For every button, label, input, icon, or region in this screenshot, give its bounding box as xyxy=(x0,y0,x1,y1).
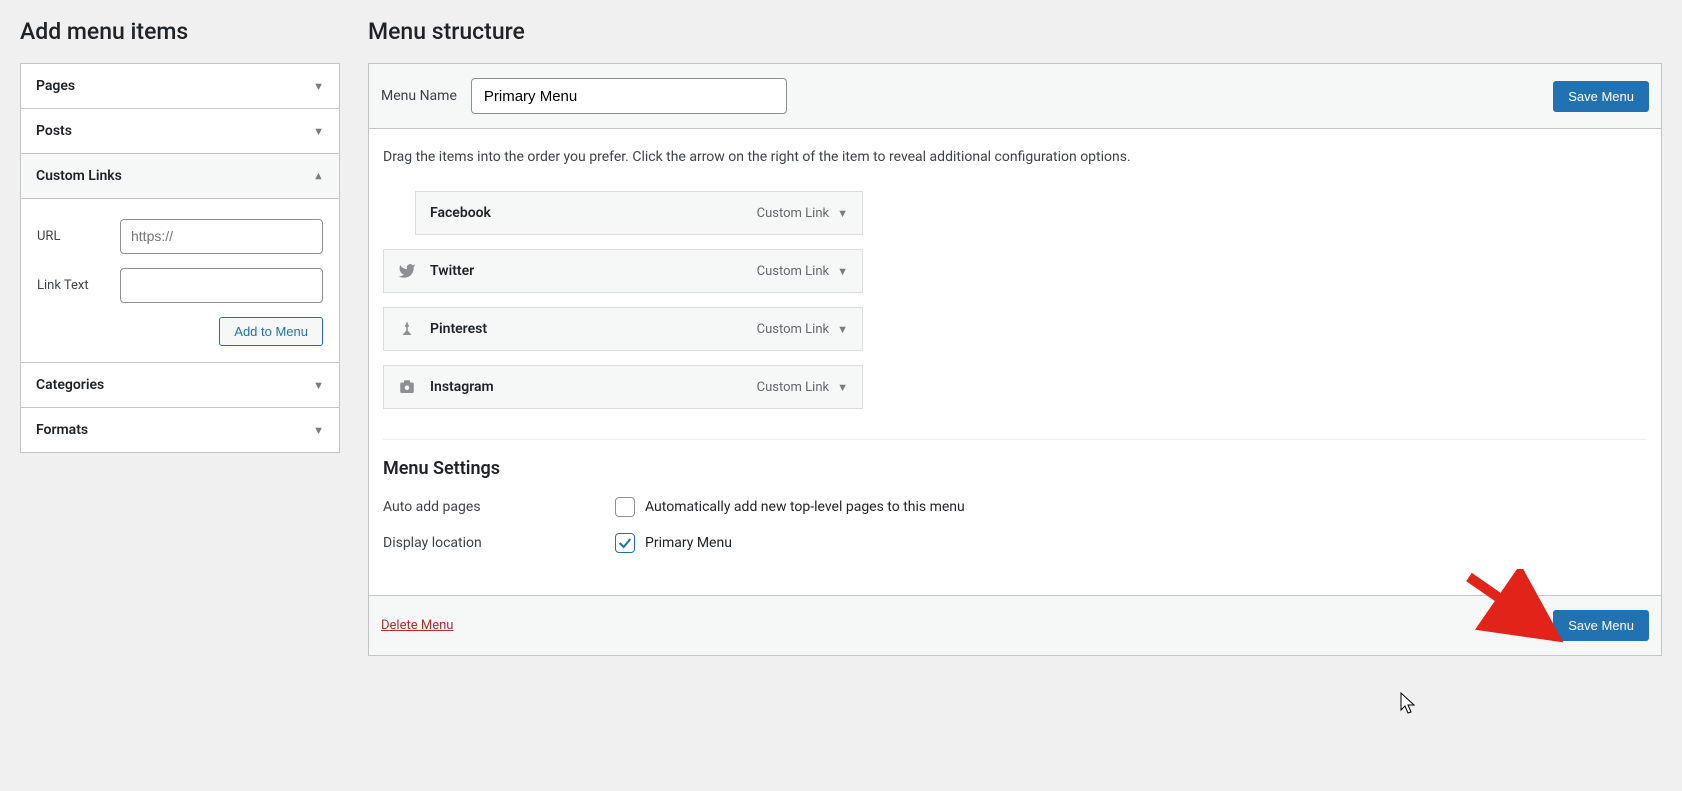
accordion-categories[interactable]: Categories ▼ xyxy=(21,363,339,407)
add-menu-items-heading: Add menu items xyxy=(20,18,340,45)
twitter-icon xyxy=(398,262,420,280)
menu-item-type: Custom Link xyxy=(757,264,829,279)
menu-item-type: Custom Link xyxy=(757,206,829,221)
menu-structure-heading: Menu structure xyxy=(368,18,1662,45)
accordion-posts[interactable]: Posts ▼ xyxy=(21,109,339,153)
delete-menu-link[interactable]: Delete Menu xyxy=(381,618,453,633)
pin-icon xyxy=(398,320,420,338)
display-location-label: Display location xyxy=(383,535,615,551)
mouse-cursor-icon xyxy=(1400,692,1418,716)
chevron-down-icon: ▼ xyxy=(837,265,848,278)
accordion-formats-label: Formats xyxy=(36,422,88,438)
chevron-down-icon: ▼ xyxy=(313,125,324,138)
accordion-formats[interactable]: Formats ▼ xyxy=(21,408,339,452)
menu-item-title: Instagram xyxy=(430,379,494,395)
add-menu-items-accordion: Pages ▼ Posts ▼ Custom Links ▼ xyxy=(20,63,340,453)
accordion-posts-label: Posts xyxy=(36,123,72,139)
chevron-down-icon: ▼ xyxy=(313,80,324,93)
camera-icon xyxy=(398,378,420,396)
menu-settings-heading: Menu Settings xyxy=(383,458,1647,479)
save-menu-button-top[interactable]: Save Menu xyxy=(1553,81,1649,112)
menu-item-instagram[interactable]: Instagram Custom Link ▼ xyxy=(383,365,863,409)
display-location-option: Primary Menu xyxy=(645,535,732,551)
auto-add-pages-label: Auto add pages xyxy=(383,499,615,515)
accordion-categories-label: Categories xyxy=(36,377,104,393)
display-location-checkbox[interactable] xyxy=(615,533,635,553)
link-text-label: Link Text xyxy=(37,278,120,293)
url-label: URL xyxy=(37,229,120,244)
menu-item-twitter[interactable]: Twitter Custom Link ▼ xyxy=(383,249,863,293)
chevron-down-icon: ▼ xyxy=(313,424,324,437)
instructions-text: Drag the items into the order you prefer… xyxy=(383,149,1647,165)
menu-item-title: Twitter xyxy=(430,263,474,279)
link-text-input[interactable] xyxy=(120,268,323,303)
accordion-pages-label: Pages xyxy=(36,78,75,94)
url-input[interactable] xyxy=(120,219,323,254)
menu-item-pinterest[interactable]: Pinterest Custom Link ▼ xyxy=(383,307,863,351)
chevron-down-icon: ▼ xyxy=(837,381,848,394)
auto-add-pages-option: Automatically add new top-level pages to… xyxy=(645,499,965,515)
add-to-menu-button[interactable]: Add to Menu xyxy=(219,317,323,346)
menu-name-input[interactable] xyxy=(471,78,787,114)
save-menu-button-bottom[interactable]: Save Menu xyxy=(1553,610,1649,641)
menu-item-title: Pinterest xyxy=(430,321,487,337)
accordion-pages[interactable]: Pages ▼ xyxy=(21,64,339,108)
menu-item-title: Facebook xyxy=(430,205,491,221)
chevron-down-icon: ▼ xyxy=(837,207,848,220)
chevron-down-icon: ▼ xyxy=(837,323,848,336)
menu-name-label: Menu Name xyxy=(381,88,457,104)
chevron-down-icon: ▼ xyxy=(313,379,324,392)
accordion-custom-links[interactable]: Custom Links ▼ xyxy=(21,154,339,198)
auto-add-pages-checkbox[interactable] xyxy=(615,497,635,517)
menu-item-type: Custom Link xyxy=(757,380,829,395)
chevron-up-icon: ▼ xyxy=(313,170,324,183)
menu-item-facebook[interactable]: Facebook Custom Link ▼ xyxy=(415,191,863,235)
accordion-custom-links-label: Custom Links xyxy=(36,168,122,184)
menu-item-type: Custom Link xyxy=(757,322,829,337)
